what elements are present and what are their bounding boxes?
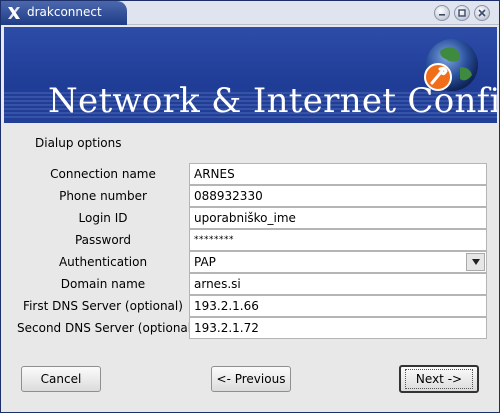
minimize-icon	[439, 14, 445, 16]
phone-number-label: Phone number	[59, 189, 147, 203]
title-bar[interactable]: drakconnect	[1, 1, 499, 25]
section-title: Dialup options	[35, 136, 122, 150]
password-label: Password	[74, 233, 132, 247]
authentication-value: PAP	[194, 255, 216, 269]
maximize-icon	[458, 9, 466, 17]
window-title: drakconnect	[27, 5, 102, 19]
domain-name-label: Domain name	[60, 277, 146, 291]
form-row-phone-number: Phone number 088932330	[17, 185, 487, 207]
phone-number-input[interactable]: 088932330	[189, 185, 487, 207]
authentication-select[interactable]: PAP	[189, 251, 487, 273]
form-row-password: Password ********	[17, 229, 487, 251]
authentication-label: Authentication	[58, 255, 148, 269]
dropdown-button[interactable]	[466, 253, 485, 271]
second-dns-label: Second DNS Server (optional)	[17, 321, 196, 335]
x-logo-icon	[8, 7, 20, 19]
form-row-second-dns: Second DNS Server (optional) 193.2.1.72	[17, 317, 487, 339]
second-dns-input[interactable]: 193.2.1.72	[189, 317, 487, 339]
next-button-label: Next ->	[404, 369, 474, 389]
close-icon	[478, 9, 486, 17]
form-row-authentication: Authentication PAP	[17, 251, 487, 273]
first-dns-label: First DNS Server (optional)	[23, 299, 183, 313]
banner-title: Network & Internet Configuration	[48, 81, 497, 121]
login-id-label: Login ID	[78, 211, 128, 225]
title-tab: drakconnect	[1, 1, 127, 25]
close-button[interactable]	[474, 5, 490, 21]
connection-name-input[interactable]: ARNES	[189, 163, 487, 185]
previous-button[interactable]: <- Previous	[211, 366, 291, 392]
form-row-domain-name: Domain name arnes.si	[17, 273, 487, 295]
password-input[interactable]: ********	[189, 229, 487, 251]
chevron-down-icon	[471, 259, 480, 265]
minimize-button[interactable]	[434, 5, 450, 21]
form-row-first-dns: First DNS Server (optional) 193.2.1.66	[17, 295, 487, 317]
domain-name-input[interactable]: arnes.si	[189, 273, 487, 295]
first-dns-input[interactable]: 193.2.1.66	[189, 295, 487, 317]
form-row-connection-name: Connection name ARNES	[17, 163, 487, 185]
header-banner: Network & Internet Configuration	[4, 27, 497, 123]
maximize-button[interactable]	[454, 5, 470, 21]
next-button[interactable]: Next ->	[399, 365, 479, 393]
form-row-login-id: Login ID uporabniško_ime	[17, 207, 487, 229]
login-id-input[interactable]: uporabniško_ime	[189, 207, 487, 229]
drakconnect-window: drakconnect Network & Internet Confi Dia…	[0, 0, 500, 413]
cancel-button[interactable]: Cancel	[21, 366, 101, 392]
connection-name-label: Connection name	[50, 167, 156, 181]
